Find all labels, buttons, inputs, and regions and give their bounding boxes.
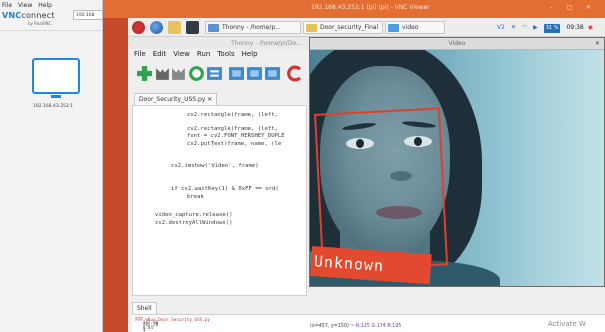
monitor-icon[interactable]: [32, 58, 80, 94]
volume-icon[interactable]: ▶: [533, 21, 538, 34]
menu-edit[interactable]: Edit: [153, 50, 167, 58]
code-line: video_capture.release(): [155, 212, 233, 218]
taskbar-app-label: Door_security_Final: [320, 24, 379, 31]
logo-light: connect: [21, 11, 55, 20]
debug-icon[interactable]: [206, 65, 223, 82]
taskbar-app-video[interactable]: video: [385, 21, 445, 34]
menu-view[interactable]: View: [18, 2, 32, 9]
screen: File View Help VNCconnect by RealVNC 192.1…: [0, 0, 605, 332]
code-line: break: [187, 194, 204, 200]
code-line: cv2.putText(frame, name, (le: [187, 141, 282, 147]
address-input[interactable]: 192.168: [73, 10, 103, 20]
code-line: cv2.rectangle(frame, (left,: [187, 112, 282, 118]
taskbar-app-thonny[interactable]: Thonny - /home/p...: [205, 21, 301, 34]
code-line: if cv2.waitKey(1) & 0xFF == ord(: [171, 186, 279, 192]
raspberry-menu-icon[interactable]: [132, 21, 145, 34]
folder-icon: [306, 24, 317, 32]
vnc-logo: VNCconnect: [2, 11, 55, 20]
close-icon[interactable]: ✕: [595, 38, 600, 50]
viewer-title: 192.168.43.252:1 (pi) (pi) - VNC Viewer: [311, 4, 430, 11]
step-out-icon[interactable]: [264, 65, 281, 82]
stop-icon[interactable]: [286, 65, 303, 82]
tab-door-security[interactable]: Door_Security_USS.py ✕: [134, 93, 218, 105]
save-file-icon[interactable]: [170, 65, 187, 82]
vnc-tray-icon[interactable]: V2: [497, 21, 505, 34]
thonny-title: Thonny - /home/pi/Do...: [231, 40, 302, 47]
terminal-icon[interactable]: [186, 21, 199, 34]
wifi-icon[interactable]: ◠: [522, 21, 527, 34]
remote-desktop-background: [103, 0, 128, 332]
folder-icon[interactable]: [168, 21, 181, 34]
shell-console[interactable]: >>> >>> %Run Door_Security_USS.py 347.00 …: [132, 314, 605, 332]
window-icon: [388, 24, 399, 32]
monitor-stand-icon: [51, 95, 61, 98]
bluetooth-icon[interactable]: ✳: [511, 21, 516, 34]
code-line: font = cv2.FONT_HERSHEY_DUPLE: [187, 133, 285, 139]
taskbar-app-door-security[interactable]: Door_security_Final: [303, 21, 383, 34]
run-icon[interactable]: [188, 65, 205, 82]
menu-help[interactable]: Help: [242, 50, 258, 58]
menu-view[interactable]: View: [173, 50, 190, 58]
menu-run[interactable]: Run: [197, 50, 210, 58]
video-title: Video: [448, 40, 466, 47]
activate-watermark: Activate W: [548, 320, 586, 328]
thonny-menubar: File Edit View Run Tools Help: [128, 50, 259, 62]
code-editor[interactable]: cv2.rectangle(frame, (left, cv2.rectangl…: [132, 105, 307, 296]
browser-icon[interactable]: [150, 21, 163, 34]
vnc-connect-panel: File View Help VNCconnect by RealVNC 192.1…: [0, 0, 103, 332]
taskbar-app-label: Thonny - /home/p...: [222, 24, 281, 31]
tab-shell[interactable]: Shell: [132, 302, 157, 314]
window-buttons[interactable]: – □ ✕: [549, 4, 597, 11]
pixel-readout: (x=457, y=150) ~ R:125 G:174 B:195: [310, 324, 401, 329]
clock: 09:38: [566, 24, 584, 31]
vnc-menubar: File View Help: [2, 2, 58, 9]
thonny-icon: [208, 24, 219, 32]
code-line: cv2.imshow('Video', frame): [171, 163, 259, 169]
eject-icon[interactable]: ◉: [588, 21, 593, 34]
video-titlebar: Video ✕: [310, 38, 604, 50]
taskbar-app-label: video: [402, 24, 419, 31]
menu-file[interactable]: File: [134, 50, 146, 58]
menu-tools[interactable]: Tools: [217, 50, 234, 58]
system-tray: V2 ✳ ◠ ▶ 31 % 09:38 ◉: [497, 21, 599, 34]
open-file-icon[interactable]: [154, 65, 171, 82]
pixel-coords: (x=457, y=150) ~: [310, 324, 356, 329]
divider: [0, 30, 103, 31]
pixel-rgb: R:125 G:174 B:195: [355, 324, 402, 329]
menu-file[interactable]: File: [2, 2, 12, 9]
video-frame: Unknown: [310, 50, 604, 286]
editor-tabbar: Door_Security_USS.py ✕: [134, 93, 314, 105]
vnc-viewer-titlebar: 192.168.43.252:1 (pi) (pi) - VNC Viewer …: [103, 0, 605, 18]
logo-bold: VNC: [2, 11, 22, 20]
host-label[interactable]: 192.168.43.252:1: [33, 104, 73, 109]
code-line: cv2.rectangle(frame, (left,: [187, 126, 282, 132]
step-over-icon[interactable]: [228, 65, 245, 82]
pi-taskbar: Thonny - /home/p... Door_security_Final …: [128, 18, 605, 37]
vnc-logo-sub: by RealVNC: [28, 21, 52, 26]
menu-help[interactable]: Help: [38, 2, 52, 9]
battery-indicator: 31 %: [543, 24, 561, 33]
new-file-icon[interactable]: [136, 65, 153, 82]
video-window[interactable]: Video ✕ Unknown (x=457, y=150) ~ R:125 G…: [309, 37, 605, 329]
step-into-icon[interactable]: [246, 65, 263, 82]
code-line: cv2.destroyAllWindows(): [155, 220, 233, 226]
